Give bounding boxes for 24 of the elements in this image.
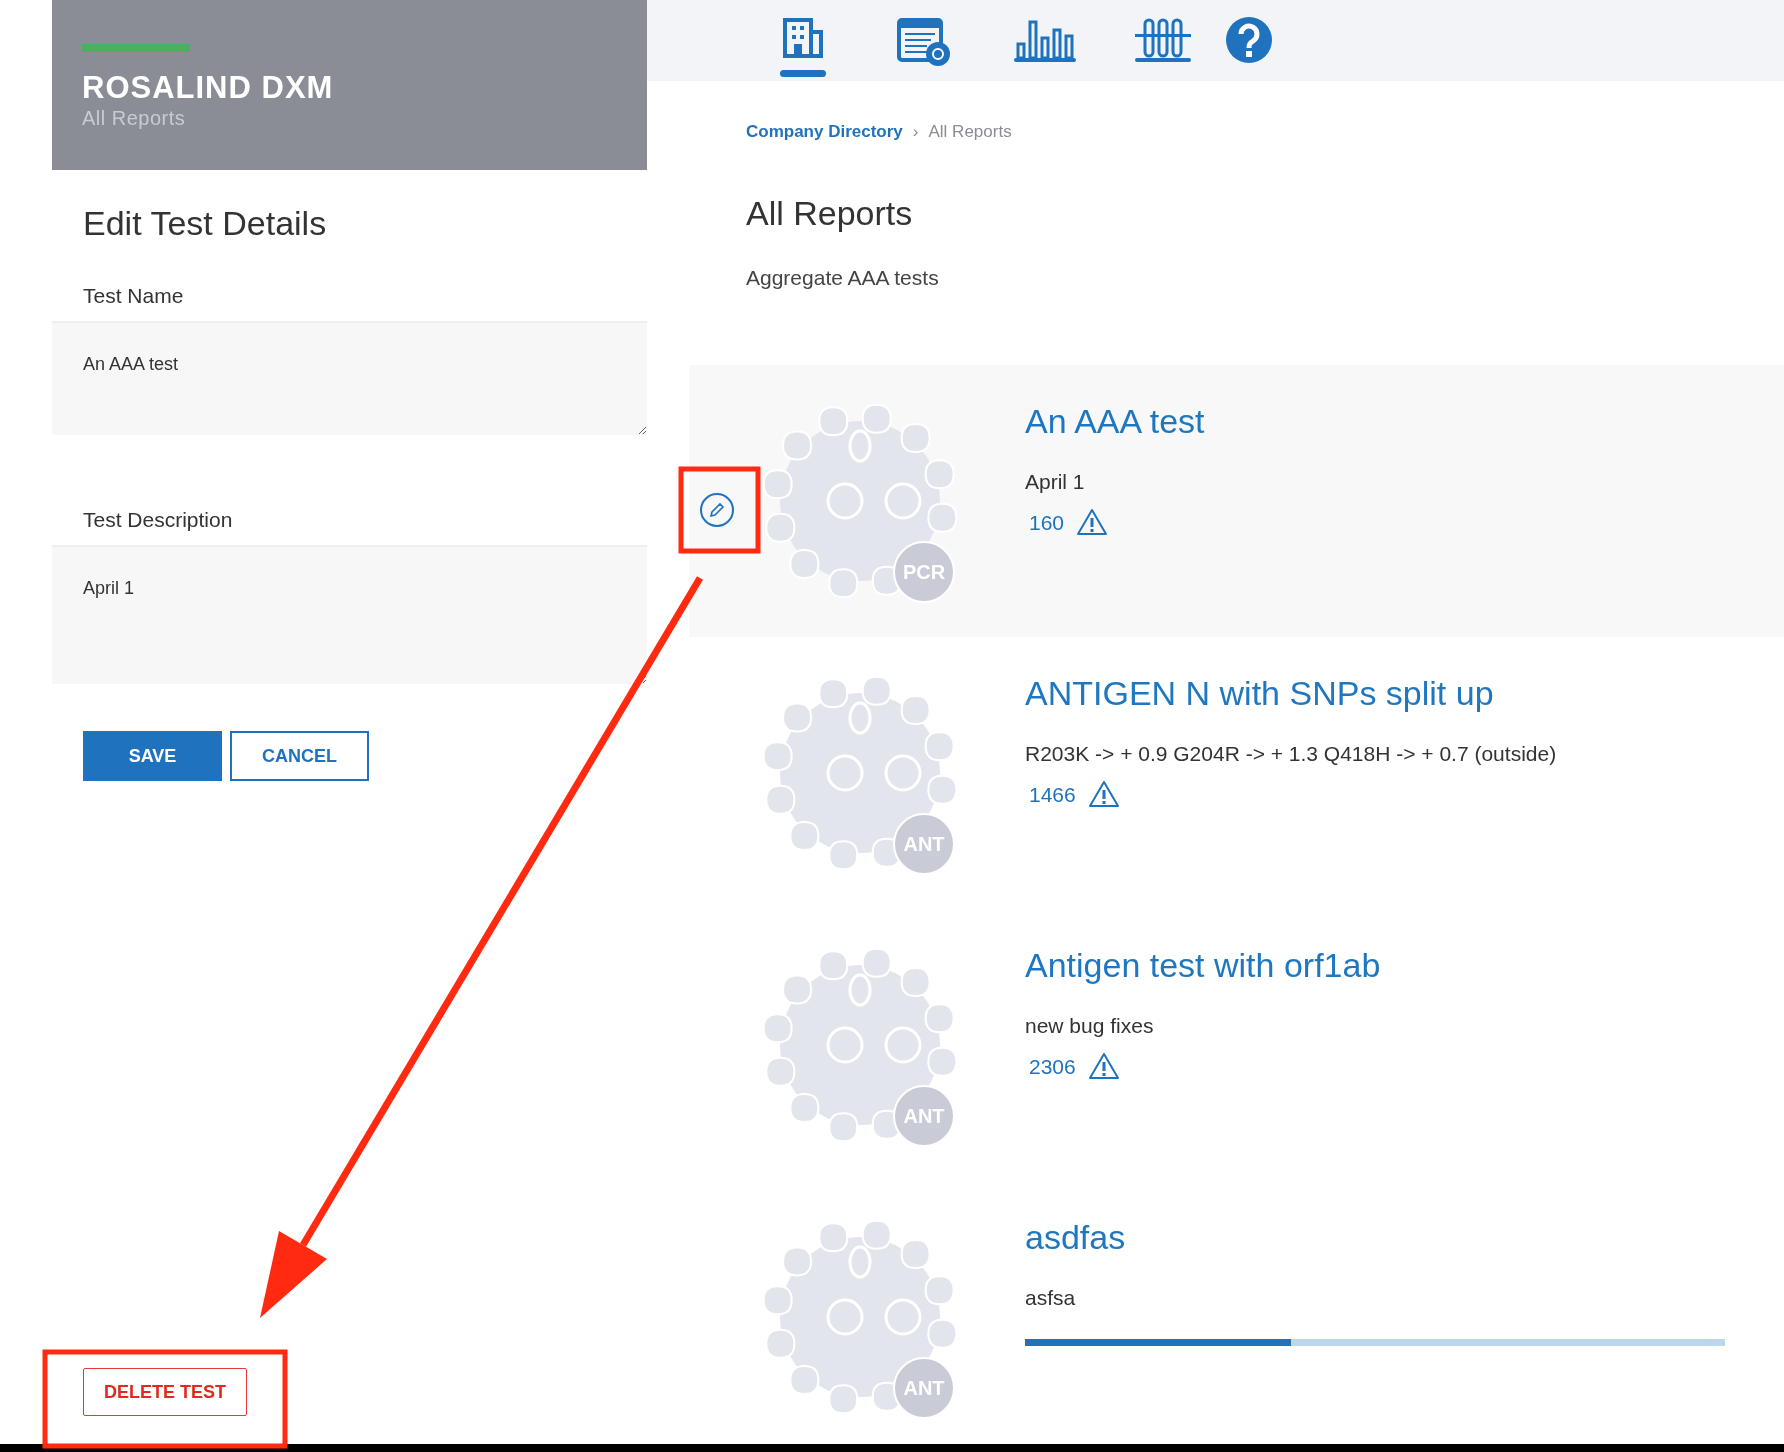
sample-count: 1466	[1029, 781, 1076, 808]
cancel-button[interactable]: CANCEL	[230, 731, 369, 781]
report-description: asfsa	[1025, 1284, 1077, 1311]
report-title[interactable]: An AAA test	[1025, 400, 1205, 441]
app-title: ROSALIND DXM	[82, 70, 335, 106]
report-title[interactable]: ANTIGEN N with SNPs split up	[1025, 672, 1557, 713]
input-field[interactable]: April 1	[52, 547, 647, 684]
report-description: new bug fixes	[1025, 1012, 1155, 1039]
report-title[interactable]: asdfas	[1025, 1216, 1725, 1257]
sample-count: 160	[1029, 509, 1065, 536]
page-subtitle: Aggregate AAA tests	[745, 264, 940, 291]
sample-count: 2306	[1029, 1053, 1076, 1080]
breadcrumb-separator: ›	[912, 121, 919, 143]
page-title: All Reports	[745, 192, 914, 233]
report-description: April 1	[1025, 468, 1086, 495]
breadcrumb-link[interactable]: Company Directory	[746, 119, 903, 145]
delete-button[interactable]: DELETE TEST	[83, 1368, 247, 1416]
report-description: R203K -> + 0.9 G204R -> + 1.3 Q418H -> + 0.7 (outside)	[1025, 740, 1557, 767]
app-subtitle: All Reports	[82, 106, 187, 130]
breadcrumb-current: All Reports	[928, 121, 1012, 143]
report-title[interactable]: Antigen test with orf1ab	[1025, 944, 1381, 985]
panel-heading: Edit Test Details	[82, 203, 328, 243]
input-field[interactable]: An AAA test	[52, 323, 647, 435]
save-button[interactable]: SAVE	[83, 731, 222, 781]
